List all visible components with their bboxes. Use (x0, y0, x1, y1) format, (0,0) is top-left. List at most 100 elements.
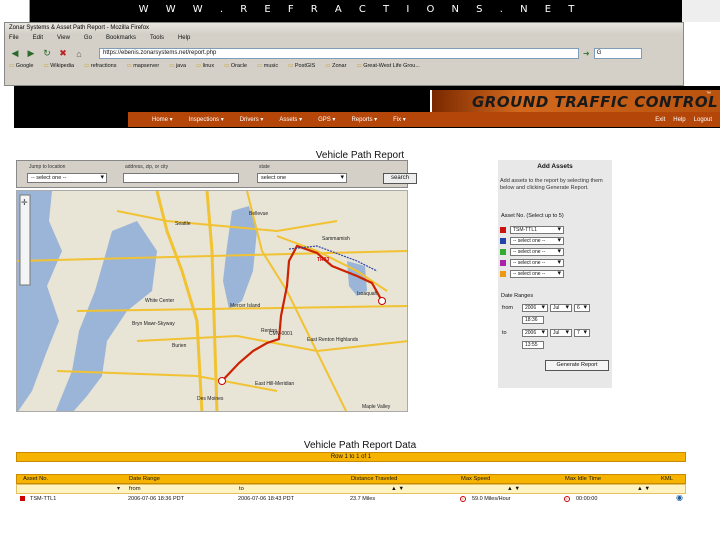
menu-help[interactable]: Help (178, 35, 190, 44)
row-count-bar: Row 1 to 1 of 1 (16, 452, 686, 462)
from-time-input[interactable]: 18:36 (522, 316, 544, 324)
main-nav: Home ▾ Inspections ▾ Drivers ▾ Assets ▾ … (128, 112, 720, 127)
to-day-select[interactable]: 7 (574, 329, 590, 337)
sort-idle-icon[interactable]: ▲ ▼ (637, 486, 650, 493)
col-max-speed[interactable]: Max Speed (461, 476, 490, 483)
bookmark-great-west[interactable]: Great-West Life Grou... (356, 63, 420, 72)
asset-row-4: -- select one -- (500, 258, 580, 268)
map-label-burien: Burien (172, 343, 187, 349)
go-icon[interactable]: ➜ (583, 49, 590, 58)
nav-logout[interactable]: Logout (694, 117, 712, 123)
map-label-mercer: Mercer Island (230, 303, 261, 309)
address-bar[interactable]: https://ebenis.zonarsystems.net/report.p… (99, 48, 579, 59)
map-label-skyway: Bryn Mawr-Skyway (132, 321, 175, 327)
state-select[interactable]: select one (257, 173, 347, 183)
sort-arrow-icon[interactable]: ▾ (117, 486, 120, 493)
nav-right-links: Exit Help Logout (655, 117, 712, 123)
add-assets-title: Add Assets (537, 163, 573, 170)
bookmark-java[interactable]: java (169, 63, 186, 72)
home-icon[interactable]: ⌂ (73, 48, 85, 60)
generate-report-button[interactable]: Generate Report (545, 360, 609, 371)
search-input[interactable]: G (593, 48, 642, 59)
asset-row-2: -- select one -- (500, 236, 580, 246)
back-arrow-icon[interactable]: ◀ (9, 48, 21, 60)
col-max-idle[interactable]: Max Idle Time (565, 476, 601, 483)
bookmark-linux[interactable]: linux (196, 63, 214, 72)
to-month-select[interactable]: Jul (550, 329, 572, 337)
stop-icon[interactable]: ✖ (57, 48, 69, 60)
bookmark-postgis[interactable]: PostGIS (288, 63, 315, 72)
nav-assets[interactable]: Assets ▾ (279, 116, 302, 123)
map-label-whitecenter: White Center (145, 298, 175, 304)
to-time-input[interactable]: 13:55 (522, 341, 544, 349)
navigation-toolbar: ◀ ▶ ↻ ✖ ⌂ https://ebenis.zonarsystems.ne… (5, 45, 683, 62)
map-label-issaquah: Issaquah (357, 291, 378, 297)
asset-number-label: Asset No. (Select up to 5) (501, 213, 564, 219)
idle-marker-icon[interactable]: i (564, 496, 570, 503)
color-swatch-purple (500, 260, 506, 266)
nav-home[interactable]: Home ▾ (152, 116, 173, 123)
nav-exit[interactable]: Exit (655, 117, 665, 123)
nav-gps[interactable]: GPS ▾ (318, 116, 335, 123)
speed-marker-icon[interactable]: i (460, 496, 466, 503)
menu-go[interactable]: Go (84, 35, 92, 44)
cell-distance: 23.7 Miles (350, 496, 376, 502)
sort-speed-icon[interactable]: ▲ ▼ (507, 486, 520, 493)
table-subheader-row: ▾ from to ▲ ▼ ▲ ▼ ▲ ▼ (16, 484, 686, 494)
cell-from: 2006-07-06 18:36 PDT (128, 496, 184, 502)
date-ranges-label: Date Ranges (501, 293, 534, 299)
bookmark-google[interactable]: Google (9, 63, 34, 72)
menu-edit[interactable]: Edit (33, 35, 43, 44)
asset-select-2[interactable]: -- select one -- (510, 237, 564, 245)
from-day-select[interactable]: 6 (574, 304, 590, 312)
menu-bookmarks[interactable]: Bookmarks (106, 35, 136, 44)
forward-arrow-icon[interactable]: ▶ (25, 48, 37, 60)
sort-distance-icon[interactable]: ▲ ▼ (391, 486, 404, 493)
to-year-select[interactable]: 2006 (522, 329, 548, 337)
jump-select[interactable]: -- select one -- (27, 173, 107, 183)
right-margin (702, 128, 720, 412)
from-label: from (502, 305, 513, 311)
bookmark-wikipedia[interactable]: Wikipedia (43, 63, 74, 72)
right-gap (684, 22, 720, 86)
kml-globe-icon[interactable]: ◉ (676, 494, 683, 502)
presentation-header-bar: W W W . R E F R A C T I O N S . N E T (0, 0, 720, 22)
route-map[interactable]: ✛ Seattle Bellevue Sammamish Issaquah Me… (16, 190, 408, 412)
bookmark-oracle[interactable]: Oracle (224, 63, 247, 72)
cell-max-idle: 00:00:00 (576, 496, 598, 502)
nav-help[interactable]: Help (673, 117, 685, 123)
col-distance[interactable]: Distance Traveled (351, 476, 397, 483)
asset-select-5[interactable]: -- select one -- (510, 270, 564, 278)
route-label-2: CMV-0001 (269, 331, 293, 337)
bookmark-mapserver[interactable]: mapserver (126, 63, 159, 72)
asset-select-1[interactable]: TSM-TTL1 (510, 226, 564, 234)
asset-select-3[interactable]: -- select one -- (510, 248, 564, 256)
nav-inspections[interactable]: Inspections ▾ (189, 116, 224, 123)
menu-file[interactable]: File (9, 35, 19, 44)
asset-select-4[interactable]: -- select one -- (510, 259, 564, 267)
sub-to: to (239, 486, 244, 492)
reload-icon[interactable]: ↻ (41, 48, 53, 60)
left-margin (0, 128, 14, 540)
menu-tools[interactable]: Tools (150, 35, 164, 44)
nav-fix[interactable]: Fix ▾ (393, 116, 406, 123)
menu-view[interactable]: View (57, 35, 70, 44)
add-assets-description: Add assets to the report by selecting th… (500, 178, 603, 191)
nav-drivers[interactable]: Drivers ▾ (240, 116, 264, 123)
cell-to: 2006-07-06 18:43 PDT (238, 496, 294, 502)
bookmark-zonar[interactable]: Zonar (325, 63, 346, 72)
bookmark-refractions[interactable]: refractions (84, 63, 117, 72)
corner-block (682, 0, 720, 22)
bookmark-music[interactable]: music (257, 63, 278, 72)
from-year-select[interactable]: 2006 (522, 304, 548, 312)
col-asset-no[interactable]: Asset No. (23, 476, 48, 483)
map-label-easthill: East Hill-Meridian (255, 381, 295, 387)
from-month-select[interactable]: Jul (550, 304, 572, 312)
nav-reports[interactable]: Reports ▾ (351, 116, 377, 123)
sub-from: from (129, 486, 141, 492)
address-input[interactable] (123, 173, 239, 183)
window-title: Zonar Systems & Asset Path Report - Mozi… (5, 23, 683, 34)
search-button[interactable]: search (383, 173, 417, 184)
table-row[interactable]: TSM-TTL1 2006-07-06 18:36 PDT 2006-07-06… (16, 494, 686, 504)
to-label: to (502, 330, 507, 336)
